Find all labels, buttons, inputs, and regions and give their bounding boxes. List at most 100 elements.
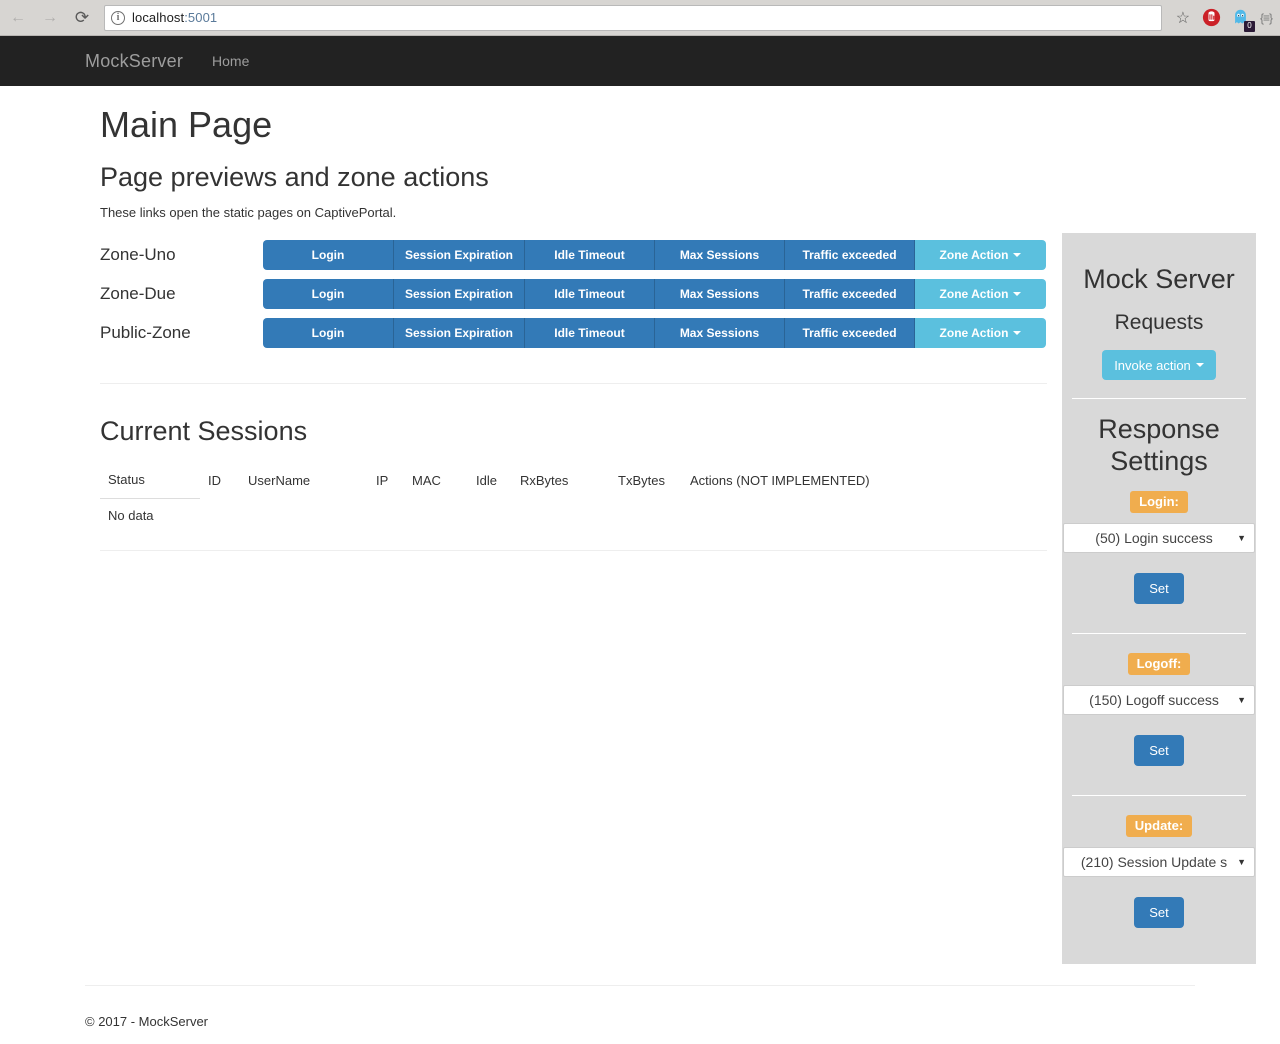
sessions-table: Status ID UserName IP MAC Idle RxBytes T… [100,463,1047,533]
empty-cell [200,499,240,534]
zone-idle-timeout-button[interactable]: Idle Timeout [525,278,655,309]
reload-icon[interactable]: ⟳ [68,4,96,32]
logoff-select-wrapper: (150) Logoff success ▼ [1062,685,1256,715]
main-content-column: Page previews and zone actions These lin… [100,161,1047,551]
zone-action-dropdown-label: Zone Action [939,247,1009,262]
zone-row: Public-Zone Login Session Expiration Idl… [100,313,1047,352]
zone-row: Zone-Uno Login Session Expiration Idle T… [100,235,1047,274]
zone-traffic-exceeded-button[interactable]: Traffic exceeded [785,239,915,270]
ghostery-icon[interactable]: 0 [1231,8,1255,32]
forward-arrow-icon[interactable]: → [36,4,64,32]
back-arrow-icon[interactable]: ← [4,4,32,32]
zone-max-sessions-button[interactable]: Max Sessions [655,317,785,348]
empty-cell [368,499,404,534]
empty-cell [682,499,1047,534]
logoff-set-button[interactable]: Set [1134,735,1184,766]
column-header-rxbytes: RxBytes [520,472,569,488]
update-response-selected-value: (210) Session Update s [1080,854,1228,870]
zone-login-button[interactable]: Login [263,278,394,309]
zone-name-label: Public-Zone [100,322,191,342]
response-section-login: Login: (50) Login success ▼ Set [1062,491,1256,634]
zone-rows: Zone-Uno Login Session Expiration Idle T… [100,235,1047,352]
zone-session-expiration-button[interactable]: Session Expiration [394,239,525,270]
sessions-table-head: Status ID UserName IP MAC Idle RxBytes T… [100,463,1047,499]
caret-down-icon [1013,330,1022,335]
zone-session-expiration-button[interactable]: Session Expiration [394,278,525,309]
sidebar-panel: Mock Server Requests Invoke action Respo… [1062,233,1256,964]
footer-divider [85,985,1195,986]
address-bar[interactable]: i localhost:5001 [104,4,1162,31]
star-outline-icon[interactable]: ☆ [1168,5,1198,31]
zone-traffic-exceeded-button[interactable]: Traffic exceeded [785,278,915,309]
response-section-logoff: Logoff: (150) Logoff success ▼ Set [1062,653,1256,796]
sessions-table-body: No data [100,499,1047,534]
login-badge-label: Login: [1130,491,1188,513]
update-badge-label: Update: [1125,815,1193,837]
empty-cell [512,499,610,534]
column-header-actions: Actions (NOT IMPLEMENTED) [690,472,870,488]
column-header-ip: IP [376,472,389,488]
zone-max-sessions-button[interactable]: Max Sessions [655,278,785,309]
update-set-button[interactable]: Set [1134,897,1184,928]
zone-session-expiration-button[interactable]: Session Expiration [394,317,525,348]
zone-action-dropdown-button[interactable]: Zone Action [915,317,1046,348]
login-set-button[interactable]: Set [1134,573,1184,604]
invoke-action-label: Invoke action [1114,357,1191,373]
ghostery-badge-count: 0 [1243,21,1255,32]
empty-cell [240,499,368,534]
column-header-txbytes: TxBytes [618,472,665,488]
login-response-selected-value: (50) Login success [1095,530,1213,546]
table-row-empty: No data [100,499,1047,534]
sidebar-requests-heading: Requests [1114,311,1204,334]
zone-name-label: Zone-Due [100,283,176,303]
zone-max-sessions-button[interactable]: Max Sessions [655,239,785,270]
browser-menu-icon[interactable]: {≡} [1260,11,1273,25]
column-header-idle: Idle [476,472,497,488]
footer-copyright: © 2017 - MockServer [85,1014,209,1029]
caret-down-icon [1013,291,1022,296]
zone-login-button[interactable]: Login [263,239,394,270]
sidebar-title: Mock Server [1083,264,1235,294]
nav-link-home[interactable]: Home [212,53,249,69]
zone-action-button-group: Login Session Expiration Idle Timeout Ma… [263,317,1046,348]
sidebar-divider [1072,633,1246,634]
invoke-action-button[interactable]: Invoke action [1102,350,1216,380]
zone-action-dropdown-label: Zone Action [939,286,1009,301]
zone-action-dropdown-label: Zone Action [939,325,1009,340]
update-select-wrapper: (210) Session Update s ▼ [1062,847,1256,877]
page-title: Main Page [100,104,273,145]
site-info-icon[interactable]: i [111,10,125,25]
logoff-badge-label: Logoff: [1127,653,1191,675]
response-section-update: Update: (210) Session Update s ▼ Set [1062,815,1256,964]
zone-idle-timeout-button[interactable]: Idle Timeout [525,239,655,270]
url-text: localhost:5001 [132,10,217,25]
browser-toolbar: ← → ⟳ i localhost:5001 ☆ 0 {≡} [0,0,1280,36]
chevron-down-icon: ▼ [1237,694,1246,705]
empty-cell [610,499,682,534]
logoff-response-select[interactable]: (150) Logoff success ▼ [1063,685,1255,715]
zone-idle-timeout-button[interactable]: Idle Timeout [525,317,655,348]
url-port: :5001 [184,10,218,25]
zone-traffic-exceeded-button[interactable]: Traffic exceeded [785,317,915,348]
ublock-origin-icon[interactable] [1202,8,1221,27]
zone-login-button[interactable]: Login [263,317,394,348]
page-footer: © 2017 - MockServer [85,985,1195,1044]
url-host: localhost [132,10,185,25]
zone-action-dropdown-button[interactable]: Zone Action [915,239,1046,270]
column-header-status: Status [100,463,200,499]
zone-action-dropdown-button[interactable]: Zone Action [915,278,1046,309]
section-divider-top [100,383,1047,384]
navbar-brand[interactable]: MockServer [85,36,183,86]
column-header-username: UserName [248,472,311,488]
zone-action-button-group: Login Session Expiration Idle Timeout Ma… [263,278,1046,309]
update-response-select[interactable]: (210) Session Update s ▼ [1063,847,1255,877]
caret-down-icon [1013,252,1022,257]
sessions-heading: Current Sessions [100,416,308,446]
login-response-select[interactable]: (50) Login success ▼ [1063,523,1255,553]
column-header-id: ID [208,472,221,488]
empty-cell [468,499,512,534]
table-header-row: Status ID UserName IP MAC Idle RxBytes T… [100,463,1047,499]
logoff-response-selected-value: (150) Logoff success [1089,692,1219,708]
response-settings-heading: Response Settings [1098,414,1220,476]
chevron-down-icon: ▼ [1237,856,1246,867]
